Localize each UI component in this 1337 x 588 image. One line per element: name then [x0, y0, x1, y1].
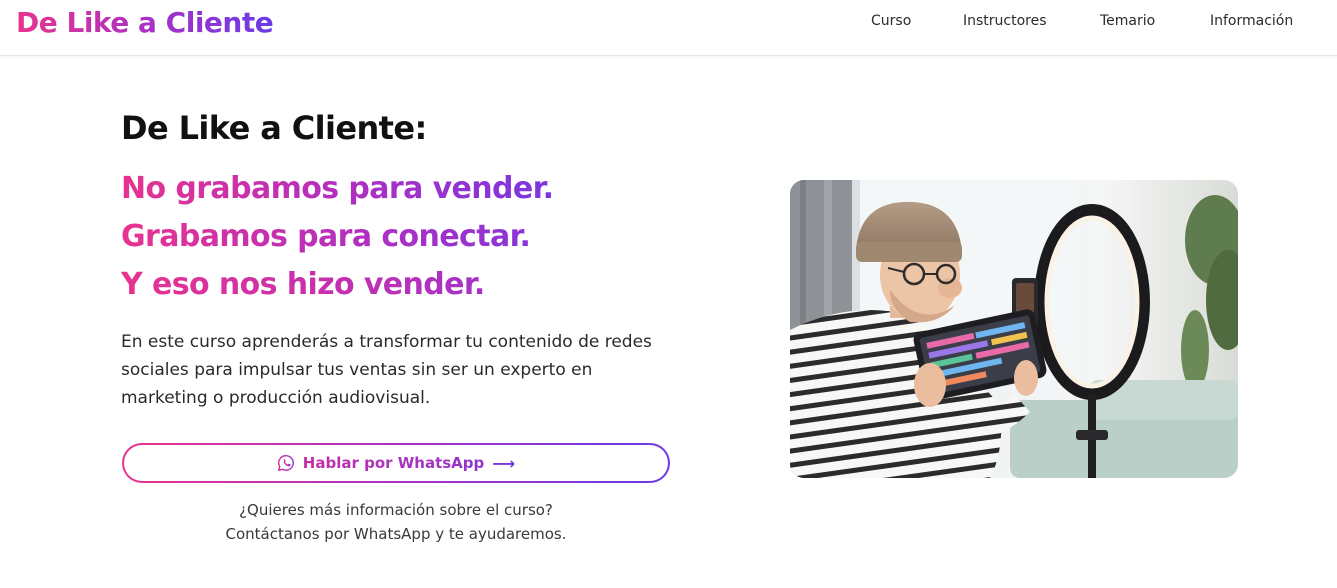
tagline-line-3: Y eso nos hizo vender. [121, 267, 485, 302]
hero-photo [790, 180, 1238, 478]
top-navbar: De Like a Cliente Curso Instructores Tem… [0, 0, 1337, 56]
nav-link-temario[interactable]: Temario [1100, 13, 1155, 29]
whatsapp-cta-button[interactable]: Hablar por WhatsApp ⟶ [122, 443, 670, 483]
whatsapp-cta-inner: Hablar por WhatsApp ⟶ [124, 445, 668, 481]
help-text-line-2: Contáctanos por WhatsApp y te ayudaremos… [225, 525, 567, 543]
tagline-line-1: No grabamos para vender. [121, 171, 554, 206]
brand-logo[interactable]: De Like a Cliente [16, 4, 274, 42]
nav-link-informacion[interactable]: Información [1210, 13, 1293, 29]
whatsapp-icon [277, 454, 294, 471]
nav-link-curso[interactable]: Curso [871, 13, 911, 29]
hero-description: En este curso aprenderás a transformar t… [121, 332, 652, 408]
tagline-line-2: Grabamos para conectar. [121, 219, 531, 254]
help-text-line-1: ¿Quieres más información sobre el curso? [239, 501, 553, 519]
whatsapp-cta-label: Hablar por WhatsApp [302, 454, 485, 472]
nav-link-instructores[interactable]: Instructores [963, 13, 1047, 29]
arrow-right-icon: ⟶ [492, 453, 516, 473]
hero-title: De Like a Cliente: [121, 109, 427, 147]
hero-photo-illustration [790, 180, 1238, 478]
